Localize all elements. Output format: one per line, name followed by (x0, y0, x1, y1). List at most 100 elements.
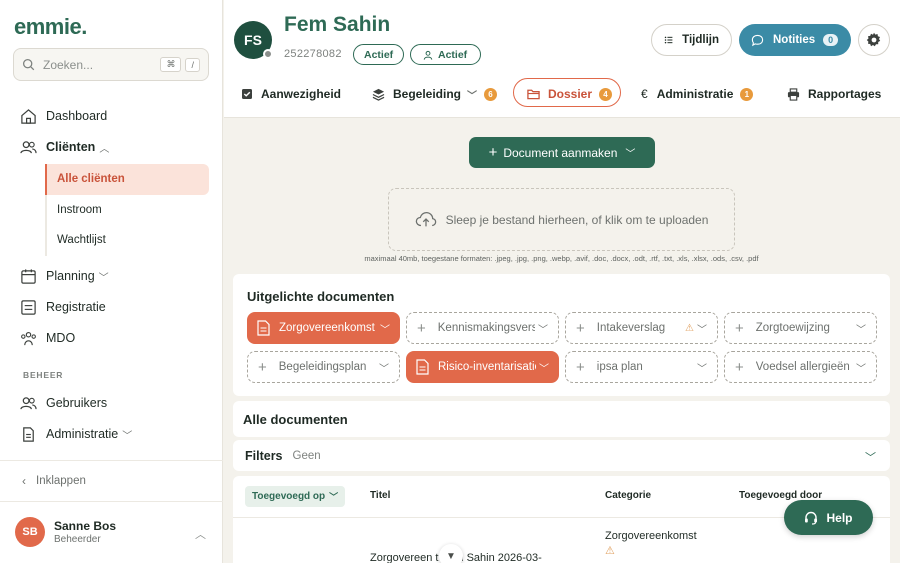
tab-label: Dossier (548, 87, 593, 101)
shortcut-key-cmd: ⌘ (160, 57, 182, 72)
featured-doc-begeleidingsplan[interactable]: + Begeleidingsplan ﹀ (247, 351, 400, 383)
featured-doc-label: Voedsel allergieën (755, 361, 850, 373)
timeline-button[interactable]: Tijdlijn (651, 24, 732, 56)
featured-doc-risico-inventarisatie[interactable]: Risico-inventarisatie ﹀ (406, 351, 559, 383)
folder-icon (527, 89, 540, 100)
plus-icon: + (258, 358, 267, 376)
column-header-added-on: Toegevoegd op (252, 491, 326, 502)
plus-icon: + (488, 144, 498, 161)
scroll-down-button[interactable]: ▼ (439, 544, 463, 563)
featured-doc-kennismakingsverslag[interactable]: + Kennismakingsverslag ﹀ (406, 312, 559, 344)
section-label-beheer: BEHEER (23, 370, 64, 380)
chevron-down-icon: ﹀ (380, 324, 390, 336)
plus-icon: + (735, 358, 744, 376)
calendar-icon (21, 268, 36, 284)
plus-icon: + (576, 319, 585, 337)
user-menu[interactable]: SB Sanne Bos Beheerder (15, 517, 116, 547)
status-badge-label: Actief (438, 48, 468, 61)
featured-doc-label: Intakeverslag (596, 322, 666, 334)
page-title: Fem Sahin (284, 13, 391, 36)
chevron-down-icon: ﹀ (538, 324, 548, 336)
notes-count-badge: 0 (823, 34, 839, 46)
client-avatar: FS (234, 21, 273, 59)
sidebar-label-registratie: Registratie (46, 300, 106, 314)
sort-added-on-button[interactable]: Toegevoegd op ﹀ (245, 486, 346, 507)
euro-icon: € (641, 87, 648, 101)
featured-doc-label: Zorgovereenkomst (279, 322, 375, 334)
headset-icon (805, 511, 818, 525)
sidebar-item-registratie[interactable]: Registratie (20, 297, 106, 317)
notes-button[interactable]: Notities 0 (739, 24, 851, 56)
sidebar-item-administratie[interactable]: Administratie ﹀ (20, 424, 132, 444)
sidebar-item-clients[interactable]: Cliënten ︿ (20, 137, 109, 157)
featured-documents-panel: Uitgelichte documenten Zorgovereenkomst … (233, 274, 890, 396)
sidebar-item-planning[interactable]: Planning ﹀ (20, 266, 109, 286)
create-document-button[interactable]: + Document aanmaken ﹀ (469, 137, 655, 168)
tab-rapportages[interactable]: Rapportages (787, 84, 881, 104)
shortcut-key-slash: / (185, 57, 200, 72)
avatar: SB (15, 517, 45, 547)
tab-label: Aanwezigheid (261, 87, 342, 101)
featured-doc-label: Risico-inventarisatie (438, 361, 536, 373)
client-initials: FS (244, 32, 262, 48)
featured-doc-intakeverslag[interactable]: + Intakeverslag ⚠ ﹀ (565, 312, 718, 344)
file-icon (257, 320, 270, 336)
status-badge-user[interactable]: Actief (410, 44, 481, 65)
sidebar-item-mdo[interactable]: MDO (20, 328, 75, 348)
printer-icon (787, 87, 800, 101)
plus-icon: + (417, 319, 426, 337)
settings-button[interactable] (858, 24, 890, 56)
chevron-down-icon: ﹀ (625, 149, 636, 160)
sidebar-label-clients: Cliënten (46, 140, 96, 154)
tab-begeleiding[interactable]: Begeleiding ﹀ 6 (372, 84, 498, 104)
list-icon (21, 299, 36, 315)
sidebar-label-gebruikers: Gebruikers (46, 396, 108, 410)
tab-label: Begeleiding (393, 87, 462, 101)
featured-doc-label: Begeleidingsplan (278, 361, 367, 373)
chevron-down-icon: ﹀ (98, 272, 109, 284)
users-icon (20, 140, 37, 153)
sidebar-label-administratie: Administratie (46, 427, 119, 441)
layers-icon (372, 88, 385, 101)
featured-doc-label: ipsa plan (596, 361, 643, 373)
featured-doc-ipsa-plan[interactable]: + ipsa plan ﹀ (565, 351, 718, 383)
chevron-down-icon: ﹀ (856, 324, 866, 336)
tab-label: Administratie (656, 87, 734, 101)
sidebar-item-gebruikers[interactable]: Gebruikers (20, 393, 107, 413)
featured-documents-title: Uitgelichte documenten (247, 289, 395, 304)
filters-bar[interactable]: Filters Geen ﹀ (233, 440, 890, 471)
column-header-category[interactable]: Categorie (605, 490, 651, 501)
sidebar-item-all-clients[interactable]: Alle cliënten (57, 173, 125, 185)
chevron-up-icon[interactable]: ︿ (195, 526, 206, 542)
app-logo[interactable]: emmie. (14, 14, 87, 40)
tab-count-badge: 6 (484, 87, 498, 101)
column-header-title[interactable]: Titel (370, 490, 390, 501)
featured-doc-voedsel-allergieen[interactable]: + Voedsel allergieën ﹀ (724, 351, 877, 383)
chevron-down-icon: ﹀ (379, 363, 389, 375)
sidebar-label-planning: Planning (46, 269, 95, 283)
featured-doc-zorgovereenkomst[interactable]: Zorgovereenkomst ﹀ (247, 312, 400, 344)
sidebar-item-dashboard[interactable]: Dashboard (20, 106, 107, 126)
tab-dossier[interactable]: Dossier 4 (527, 84, 613, 104)
file-upload-dropzone[interactable]: Sleep je bestand hierheen, of klik om te… (388, 188, 735, 251)
file-icon (416, 359, 429, 375)
gear-icon (866, 32, 881, 47)
dropzone-text: Sleep je bestand hierheen, of klik om te… (445, 212, 709, 227)
sidebar-item-wachtlijst[interactable]: Wachtlijst (57, 234, 106, 246)
tab-administratie[interactable]: € Administratie 1 (641, 84, 754, 104)
warning-icon: ⚠ (685, 322, 694, 334)
sidebar-item-instroom[interactable]: Instroom (57, 204, 102, 216)
tab-aanwezigheid[interactable]: Aanwezigheid (241, 84, 341, 104)
collapse-label: Inklappen (36, 475, 86, 487)
status-badge[interactable]: Actief (353, 44, 405, 65)
collapse-sidebar-button[interactable]: ‹ Inklappen (0, 460, 223, 502)
tab-count-badge: 1 (740, 87, 754, 101)
notes-label: Notities (773, 34, 816, 46)
featured-doc-zorgtoewijzing[interactable]: + Zorgtoewijzing ﹀ (724, 312, 877, 344)
chevron-down-icon: ﹀ (329, 492, 339, 502)
document-icon (23, 426, 34, 442)
help-button[interactable]: Help (784, 500, 873, 535)
chevron-down-icon[interactable]: ﹀ (865, 449, 876, 465)
home-icon (21, 108, 36, 124)
search-input[interactable]: Zoeken... ⌘ / (13, 48, 209, 81)
